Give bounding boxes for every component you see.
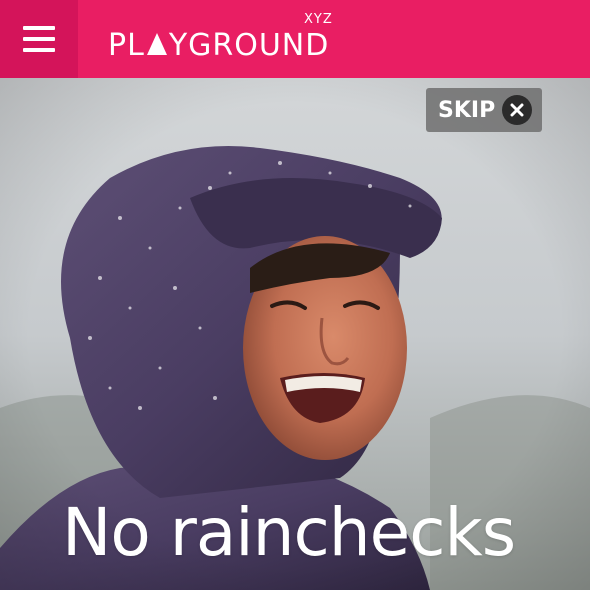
logo-wordmark: PL YGROUND xyxy=(108,28,329,64)
logo-text-end: YGROUND xyxy=(168,28,330,63)
logo-superscript: XYZ xyxy=(304,12,333,27)
hamburger-menu-icon xyxy=(23,26,55,52)
logo-text-start: PL xyxy=(108,28,145,63)
skip-label: SKIP xyxy=(438,97,496,123)
skip-button[interactable]: SKIP xyxy=(426,88,542,132)
menu-button[interactable] xyxy=(0,0,78,78)
top-bar: PL YGROUND XYZ xyxy=(0,0,590,78)
hero-headline: No rainchecks xyxy=(62,494,516,571)
close-icon xyxy=(502,95,532,125)
app-root: PL YGROUND XYZ SKIP No rainchecks xyxy=(0,0,590,590)
logo-triangle-icon xyxy=(146,32,168,56)
